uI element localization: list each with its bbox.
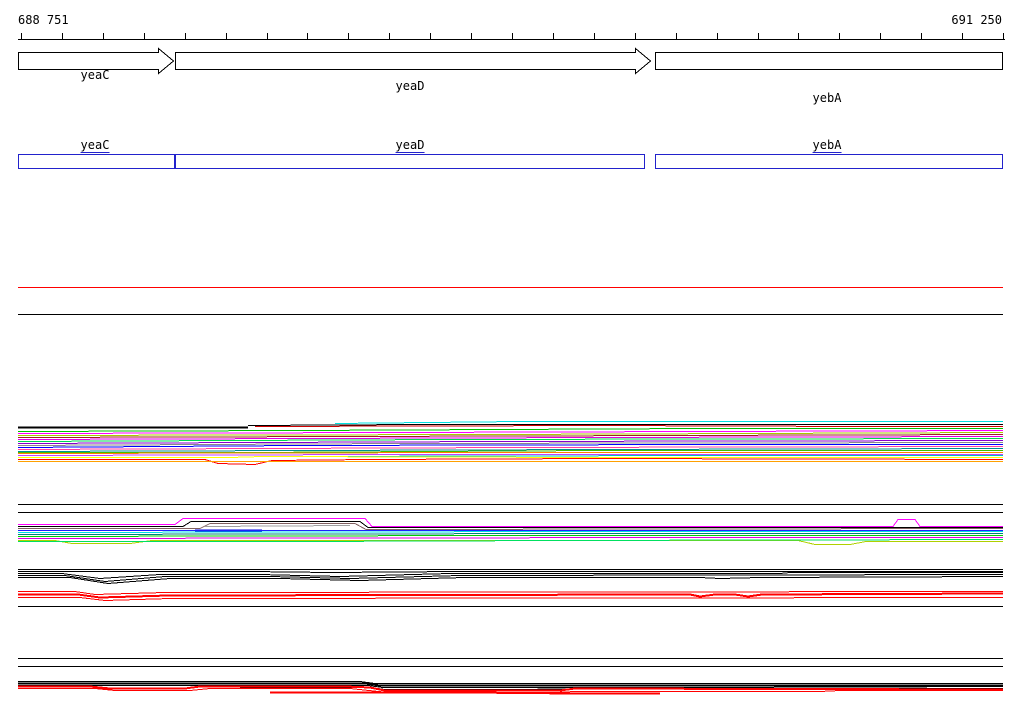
feature-labels-layer: yeaC yeaD yebA yeaC yeaD yebA <box>0 0 1024 714</box>
gene-label-yeaC[interactable]: yeaC <box>81 69 110 81</box>
cds-label-yeaC[interactable]: yeaC <box>80 139 110 153</box>
genome-browser-window: 688 751 691 250 yeaC yeaD yebA yeaC yeaD yebA <box>0 0 1024 714</box>
cds-label-yeaD[interactable]: yeaD <box>395 139 425 153</box>
cds-label-yebA[interactable]: yebA <box>812 139 842 153</box>
gene-label-yebA[interactable]: yebA <box>813 92 842 104</box>
gene-label-yeaD[interactable]: yeaD <box>396 80 425 92</box>
